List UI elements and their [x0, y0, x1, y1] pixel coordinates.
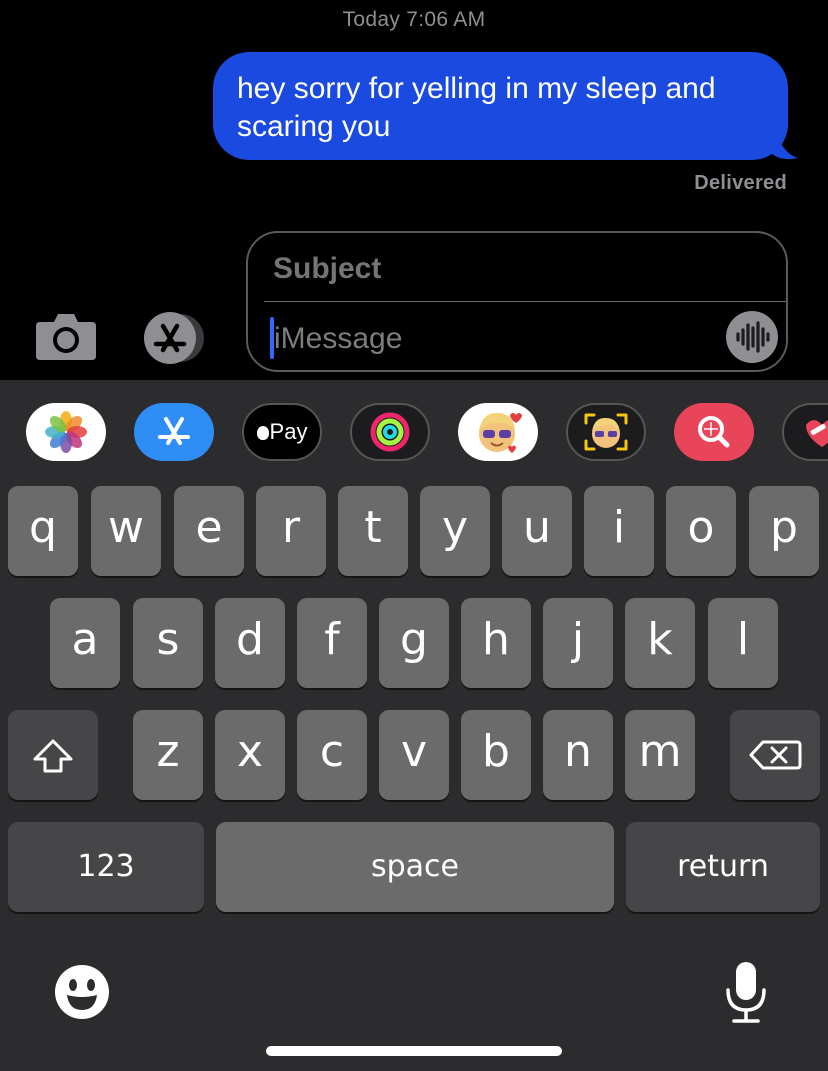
key-m[interactable]: m: [625, 710, 695, 800]
key-j[interactable]: j: [543, 598, 613, 688]
keyboard: Pay q w e r t y u i o p a s d f g h j k …: [0, 380, 828, 1071]
activity-rings-icon: [370, 412, 410, 452]
key-u[interactable]: u: [502, 486, 572, 576]
compose-field[interactable]: iMessage: [246, 231, 788, 372]
apple-logo-icon: [256, 426, 269, 440]
key-a[interactable]: a: [50, 598, 120, 688]
app-activity[interactable]: [350, 403, 430, 461]
shift-key[interactable]: [8, 710, 98, 800]
app-app-store[interactable]: [134, 403, 214, 461]
emoji-button[interactable]: [54, 964, 110, 1020]
numbers-key[interactable]: 123: [8, 822, 204, 912]
imessage-app-strip: Pay: [0, 380, 828, 484]
audio-message-button[interactable]: [726, 311, 778, 363]
delivery-status: Delivered: [694, 172, 787, 194]
app-store-icon: [144, 312, 204, 364]
key-d[interactable]: d: [215, 598, 285, 688]
key-c[interactable]: c: [297, 710, 367, 800]
message-timestamp: Today 7:06 AM: [342, 8, 486, 31]
app-apple-pay[interactable]: Pay: [242, 403, 322, 461]
camera-button[interactable]: [34, 312, 98, 362]
heart-stickers-icon: [806, 420, 828, 447]
app-animoji[interactable]: [566, 403, 646, 461]
key-z[interactable]: z: [133, 710, 203, 800]
key-p[interactable]: p: [749, 486, 819, 576]
key-s[interactable]: s: [133, 598, 203, 688]
delete-key[interactable]: [730, 710, 820, 800]
camera-icon: [36, 314, 96, 360]
animoji-icon: [584, 413, 628, 451]
key-k[interactable]: k: [625, 598, 695, 688]
key-x[interactable]: x: [215, 710, 285, 800]
key-q[interactable]: q: [8, 486, 78, 576]
return-key[interactable]: return: [626, 822, 820, 912]
key-w[interactable]: w: [91, 486, 161, 576]
sent-message-bubble[interactable]: hey sorry for yelling in my sleep and sc…: [213, 52, 788, 160]
app-stickers[interactable]: [782, 403, 828, 461]
compose-divider: [264, 301, 786, 302]
key-l[interactable]: l: [708, 598, 778, 688]
home-indicator[interactable]: [266, 1046, 562, 1056]
key-h[interactable]: h: [461, 598, 531, 688]
space-key[interactable]: space: [216, 822, 614, 912]
backspace-icon: [749, 740, 802, 770]
app-memoji-stickers[interactable]: [458, 403, 538, 461]
key-n[interactable]: n: [543, 710, 613, 800]
key-r[interactable]: r: [256, 486, 326, 576]
emoji-face-icon: [55, 965, 109, 1019]
subject-field[interactable]: [273, 249, 753, 289]
key-g[interactable]: g: [379, 598, 449, 688]
key-b[interactable]: b: [461, 710, 531, 800]
apple-pay-label: Pay: [269, 419, 308, 444]
memoji-stickers-icon: [479, 412, 522, 453]
bubble-tail: [770, 118, 798, 160]
photos-icon: [45, 411, 87, 453]
microphone-icon: [726, 962, 766, 1023]
key-t[interactable]: t: [338, 486, 408, 576]
message-input[interactable]: iMessage: [274, 319, 694, 359]
app-image-search[interactable]: [674, 403, 754, 461]
key-f[interactable]: f: [297, 598, 367, 688]
app-drawer-button[interactable]: [140, 312, 212, 364]
key-e[interactable]: e: [174, 486, 244, 576]
app-photos[interactable]: [26, 403, 106, 461]
app-store-icon: [158, 417, 190, 445]
dictation-button[interactable]: [724, 960, 768, 1024]
key-v[interactable]: v: [379, 710, 449, 800]
image-search-icon: [698, 416, 730, 448]
key-o[interactable]: o: [666, 486, 736, 576]
key-y[interactable]: y: [420, 486, 490, 576]
shift-arrow-icon: [33, 739, 73, 773]
waveform-icon: [736, 321, 770, 353]
key-i[interactable]: i: [584, 486, 654, 576]
